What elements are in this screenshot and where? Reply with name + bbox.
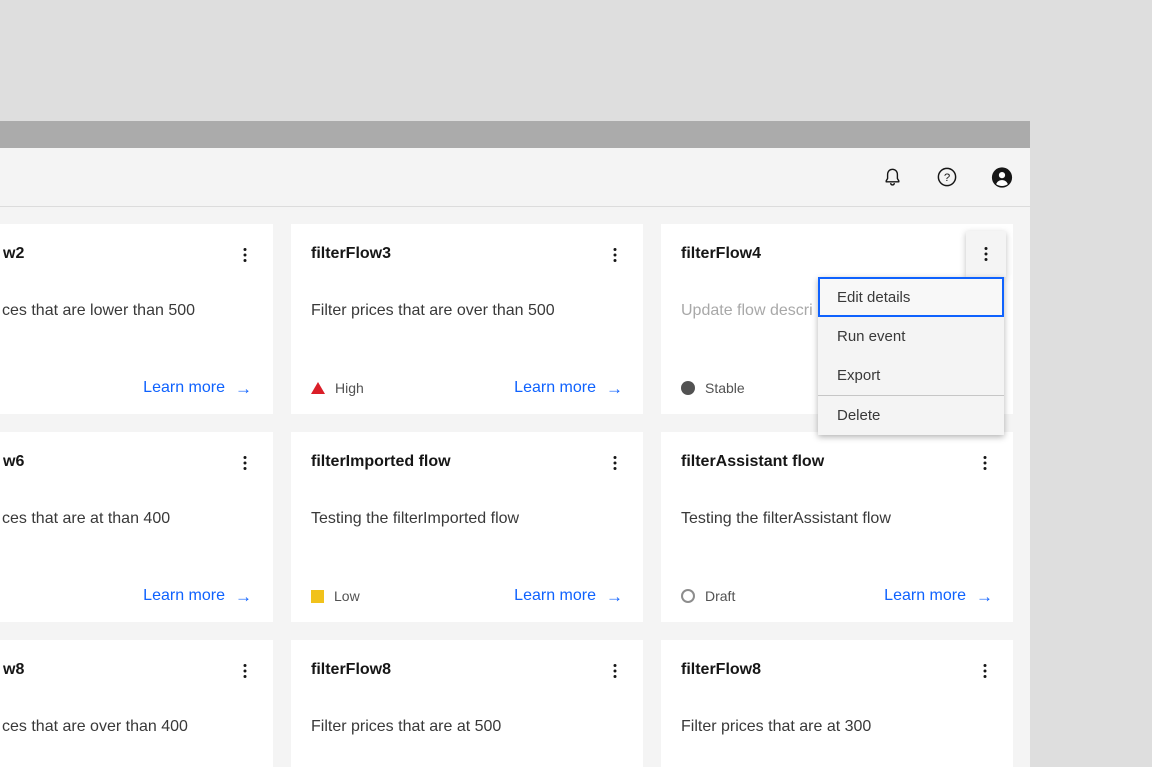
card-footer: Low Learn more →	[311, 584, 623, 608]
flow-card[interactable]: filterFlow3 Filter prices that are over …	[291, 224, 643, 414]
kebab-icon	[607, 246, 623, 264]
learn-more-label: Learn more	[514, 587, 596, 605]
kebab-icon	[977, 454, 993, 472]
card-title: w2	[3, 245, 24, 263]
status-badge: Draft	[681, 588, 735, 604]
card-description: Filter prices that are over than 500	[311, 301, 627, 321]
learn-more-link[interactable]: Learn more →	[143, 379, 252, 397]
low-severity-icon	[311, 590, 324, 603]
card-title: filterFlow8	[681, 661, 761, 679]
flow-card[interactable]: w6 ces that are at than 400 Learn more →	[0, 432, 273, 622]
stable-status-icon	[681, 381, 695, 395]
card-footer: Learn more →	[2, 584, 252, 608]
learn-more-label: Learn more	[143, 587, 225, 605]
flow-card[interactable]: filterAssistant flow Testing the filterA…	[661, 432, 1013, 622]
card-title: filterFlow8	[311, 661, 391, 679]
status-label: Low	[334, 588, 360, 604]
card-description: ces that are lower than 500	[2, 301, 257, 321]
card-footer: Draft Learn more →	[681, 584, 993, 608]
card-footer: Learn more →	[2, 376, 252, 400]
card-title: w8	[3, 661, 24, 679]
flow-card[interactable]: w8 ces that are over than 400	[0, 640, 273, 767]
high-severity-icon	[311, 382, 325, 394]
flow-card[interactable]: w2 ces that are lower than 500 Learn mor…	[0, 224, 273, 414]
user-avatar-icon	[991, 166, 1013, 189]
card-description: Testing the filterAssistant flow	[681, 509, 997, 529]
draft-status-icon	[681, 589, 695, 603]
overflow-menu-button[interactable]	[969, 655, 1001, 687]
overflow-menu-button-active[interactable]	[966, 231, 1006, 277]
learn-more-link[interactable]: Learn more →	[143, 587, 252, 605]
learn-more-link[interactable]: Learn more →	[884, 587, 993, 605]
bell-icon	[882, 166, 903, 188]
arrow-right-icon: →	[606, 380, 623, 397]
kebab-icon	[237, 246, 253, 264]
status-badge: Low	[311, 588, 360, 604]
card-description: Filter prices that are at 500	[311, 717, 627, 737]
overflow-menu-button[interactable]	[599, 239, 631, 271]
learn-more-label: Learn more	[884, 587, 966, 605]
help-button[interactable]: ?	[936, 166, 958, 188]
learn-more-link[interactable]: Learn more →	[514, 379, 623, 397]
card-title: filterFlow3	[311, 245, 391, 263]
window-title-bar	[0, 121, 1030, 148]
overflow-menu-button[interactable]	[229, 655, 261, 687]
kebab-icon	[607, 662, 623, 680]
card-title: filterImported flow	[311, 453, 451, 471]
menu-item-run-event[interactable]: Run event	[818, 317, 1004, 356]
help-icon: ?	[936, 166, 958, 188]
arrow-right-icon: →	[976, 588, 993, 605]
card-footer: High Learn more →	[311, 376, 623, 400]
card-description: ces that are at than 400	[2, 509, 257, 529]
overflow-menu-button[interactable]	[599, 655, 631, 687]
status-label: High	[335, 380, 364, 396]
card-title: filterAssistant flow	[681, 453, 824, 471]
kebab-icon	[977, 662, 993, 680]
app-surface: ? w2 ces that are lower than 500 Learn m…	[0, 148, 1030, 767]
flow-card[interactable]: filterImported flow Testing the filterIm…	[291, 432, 643, 622]
arrow-right-icon: →	[235, 380, 252, 397]
learn-more-link[interactable]: Learn more →	[514, 587, 623, 605]
overflow-menu-button[interactable]	[229, 239, 261, 271]
learn-more-label: Learn more	[143, 379, 225, 397]
flow-card[interactable]: filterFlow8 Filter prices that are at 30…	[661, 640, 1013, 767]
overflow-context-menu: Edit details Run event Export Delete	[818, 277, 1004, 435]
learn-more-label: Learn more	[514, 379, 596, 397]
card-title: filterFlow4	[681, 245, 761, 263]
card-description: Filter prices that are at 300	[681, 717, 997, 737]
kebab-icon	[978, 245, 994, 263]
notifications-button[interactable]	[881, 166, 903, 188]
flow-card[interactable]: filterFlow8 Filter prices that are at 50…	[291, 640, 643, 767]
status-label: Draft	[705, 588, 735, 604]
status-label: Stable	[705, 380, 745, 396]
status-badge: High	[311, 380, 364, 396]
kebab-icon	[237, 454, 253, 472]
menu-item-edit-details[interactable]: Edit details	[818, 277, 1004, 317]
overflow-menu-button[interactable]	[229, 447, 261, 479]
card-description: Testing the filterImported flow	[311, 509, 627, 529]
card-title: w6	[3, 453, 24, 471]
user-avatar-button[interactable]	[991, 166, 1013, 188]
status-badge: Stable	[681, 380, 745, 396]
card-description: ces that are over than 400	[2, 717, 257, 737]
arrow-right-icon: →	[235, 588, 252, 605]
kebab-icon	[237, 662, 253, 680]
arrow-right-icon: →	[606, 588, 623, 605]
menu-item-export[interactable]: Export	[818, 356, 1004, 395]
overflow-menu-button[interactable]	[599, 447, 631, 479]
app-header: ?	[0, 148, 1030, 207]
kebab-icon	[607, 454, 623, 472]
menu-item-delete[interactable]: Delete	[818, 396, 1004, 435]
overflow-menu-button[interactable]	[969, 447, 1001, 479]
svg-text:?: ?	[944, 172, 950, 184]
